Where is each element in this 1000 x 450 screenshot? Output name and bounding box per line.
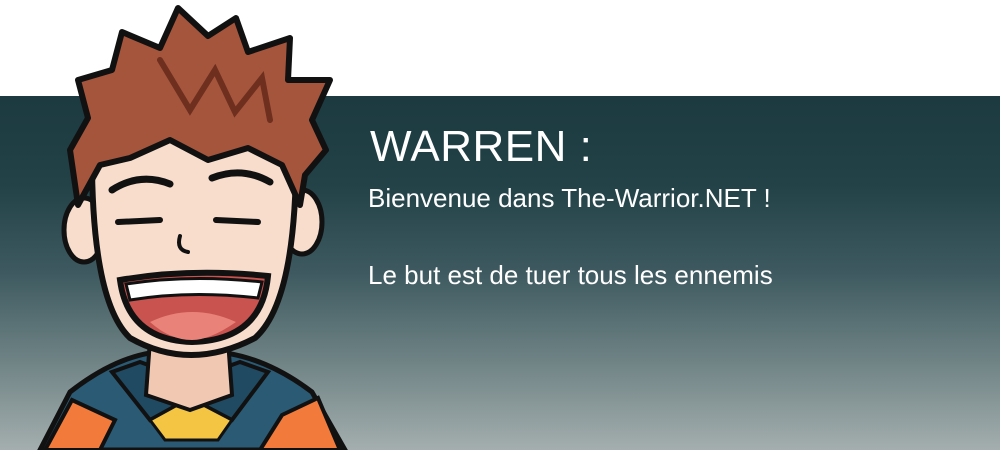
dialog-line-goal: Le but est de tuer tous les ennemis — [368, 260, 773, 290]
left-eye — [115, 217, 163, 225]
dialog-line-welcome: Bienvenue dans The-Warrior.NET ! — [368, 183, 771, 213]
warren-portrait-icon — [37, 5, 348, 450]
right-eye — [213, 217, 261, 225]
speaker-name: WARREN : — [370, 122, 593, 171]
dialog-screen: WARREN : Bienvenue dans The-Warrior.NET … — [0, 0, 1000, 450]
